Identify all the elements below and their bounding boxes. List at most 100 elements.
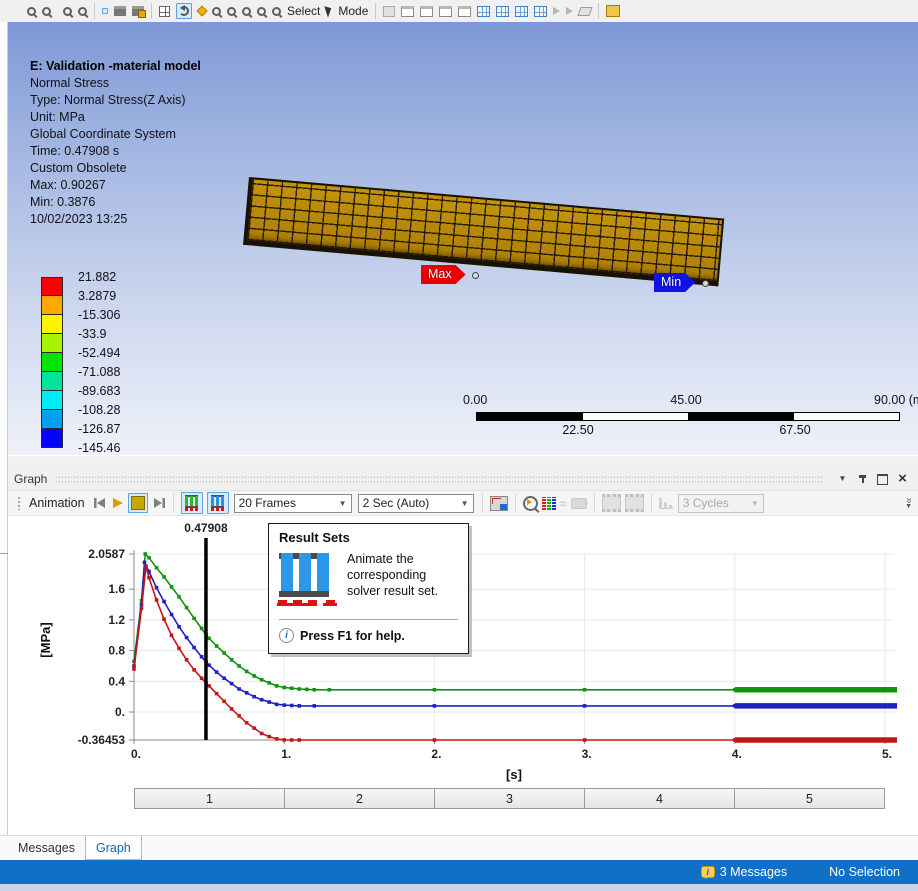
magnifier-icon[interactable] xyxy=(212,6,221,16)
result-set-cell[interactable]: 2 xyxy=(284,789,434,808)
magnifier-icon[interactable] xyxy=(63,6,72,16)
select-dropdown[interactable]: Select xyxy=(287,4,320,18)
go-to-start-button[interactable] xyxy=(93,497,107,509)
maximize-icon[interactable] xyxy=(875,472,890,487)
legend-value: -15.306 xyxy=(78,308,121,322)
legend-band[interactable] xyxy=(41,315,63,334)
star-icon[interactable] xyxy=(196,5,208,17)
contour-legend[interactable]: 21.882 3.2879 -15.306 -33.9 -52.494 -71.088 -8… xyxy=(41,268,171,463)
speed-dropdown[interactable]: 2 Sec (Auto) ▼ xyxy=(357,493,474,513)
panel-drag-texture[interactable] xyxy=(55,474,822,484)
messages-count: 3 Messages xyxy=(719,865,788,879)
cube-gold-icon[interactable] xyxy=(132,6,146,18)
play-button[interactable] xyxy=(111,497,124,509)
arrow-icon xyxy=(553,7,561,15)
green-series-marker xyxy=(297,687,302,691)
x-tick-label: 2. xyxy=(431,747,441,761)
arrow-icon[interactable] xyxy=(553,7,561,15)
filmstrip-icon[interactable] xyxy=(601,494,621,512)
iso-view-icon[interactable] xyxy=(102,8,108,14)
red-series-marker xyxy=(147,575,151,580)
result-grid-icon[interactable] xyxy=(541,496,556,510)
go-to-end-button[interactable] xyxy=(152,497,166,509)
arrow-icon[interactable] xyxy=(566,7,574,15)
result-set-cell[interactable]: 1 xyxy=(135,789,284,808)
tooltip-divider xyxy=(279,619,458,620)
cube-icon[interactable] xyxy=(114,6,126,16)
red-series-marker xyxy=(162,617,166,621)
selection-status: No Selection xyxy=(829,865,900,879)
blue-series-marker xyxy=(432,704,437,708)
rotate-icon[interactable] xyxy=(176,3,192,19)
trace-icon[interactable]: ≈ xyxy=(560,496,567,511)
legend-band[interactable] xyxy=(41,334,63,353)
result-set-cell[interactable]: 3 xyxy=(434,789,584,808)
separator xyxy=(94,3,95,19)
stop-button[interactable] xyxy=(127,493,148,513)
green-series-marker xyxy=(582,687,587,692)
magnifier-icon[interactable] xyxy=(78,6,87,16)
geometry-viewport[interactable]: E: Validation -material model Normal Str… xyxy=(8,22,918,455)
red-series-marker xyxy=(237,714,241,718)
pane-icon[interactable] xyxy=(458,5,472,17)
max-annotation-flag[interactable]: Max xyxy=(421,265,466,284)
histogram-icon[interactable] xyxy=(658,497,673,509)
tab-messages[interactable]: Messages xyxy=(8,836,85,860)
legend-band[interactable] xyxy=(41,429,63,448)
blue-series-marker xyxy=(282,703,286,707)
magnifier-icon[interactable] xyxy=(242,6,251,16)
camera-icon[interactable] xyxy=(570,497,588,509)
magnifier-icon[interactable] xyxy=(257,6,266,16)
legend-band[interactable] xyxy=(41,410,63,429)
magnifier-icon[interactable] xyxy=(27,6,36,16)
pin-icon[interactable] xyxy=(855,472,870,487)
zoom-play-icon[interactable] xyxy=(522,495,538,511)
bluegrid-icon[interactable] xyxy=(496,5,510,17)
max-label: Max xyxy=(428,267,452,281)
close-icon[interactable]: × xyxy=(895,471,910,487)
frames-dropdown[interactable]: 20 Frames ▼ xyxy=(233,493,352,513)
result-set-cell[interactable]: 5 xyxy=(734,789,884,808)
cursor-icon[interactable] xyxy=(324,4,335,18)
pane-icon[interactable] xyxy=(439,5,453,17)
magnifier-icon[interactable] xyxy=(42,6,51,16)
legend-band[interactable] xyxy=(41,353,63,372)
legend-band[interactable] xyxy=(41,277,63,296)
info-line: Type: Normal Stress(Z Axis) xyxy=(30,93,186,107)
tab-graph[interactable]: Graph xyxy=(84,836,142,860)
pane-icon[interactable] xyxy=(401,5,415,17)
grid-icon[interactable] xyxy=(159,5,170,17)
cube-icon xyxy=(114,6,126,16)
pane-icon[interactable] xyxy=(420,5,434,17)
mode-dropdown[interactable]: Mode xyxy=(338,4,368,18)
legend-band[interactable] xyxy=(41,372,63,391)
export-video-icon[interactable] xyxy=(489,495,508,511)
panel-menu-icon[interactable]: ▼ xyxy=(835,472,850,487)
magnifier-icon[interactable] xyxy=(227,6,236,16)
filmstrip-icon[interactable] xyxy=(624,494,644,512)
blue-series-marker xyxy=(237,687,241,691)
meshed-beam-model[interactable] xyxy=(243,177,725,287)
red-series-marker xyxy=(244,720,249,725)
legend-band[interactable] xyxy=(41,391,63,410)
bluegrid-icon[interactable] xyxy=(515,5,529,17)
green-series-marker xyxy=(143,552,148,556)
result-set-bar[interactable]: 12345 xyxy=(134,788,885,809)
bluegrid-icon[interactable] xyxy=(477,5,491,17)
messages-status[interactable]: i 3 Messages xyxy=(700,865,788,879)
eraser-icon[interactable] xyxy=(577,6,594,16)
speed-value: 2 Sec (Auto) xyxy=(362,496,430,510)
distributed-result-sets-button[interactable] xyxy=(180,492,203,514)
bluegrid-icon[interactable] xyxy=(534,5,548,17)
blue-series xyxy=(133,561,897,707)
result-sets-button[interactable] xyxy=(206,492,229,514)
toolbar-overflow-button[interactable]: » ▼ xyxy=(903,496,914,510)
goldbox-icon[interactable] xyxy=(606,5,621,17)
graph-panel-header[interactable]: Graph ▼ × xyxy=(8,468,918,490)
magnifier-icon[interactable] xyxy=(272,6,281,16)
legend-band[interactable] xyxy=(41,296,63,315)
toolbar-drag-handle-icon[interactable] xyxy=(17,496,22,510)
flag-icon[interactable] xyxy=(383,5,396,17)
blue-series-marker xyxy=(154,585,159,590)
result-set-cell[interactable]: 4 xyxy=(584,789,734,808)
